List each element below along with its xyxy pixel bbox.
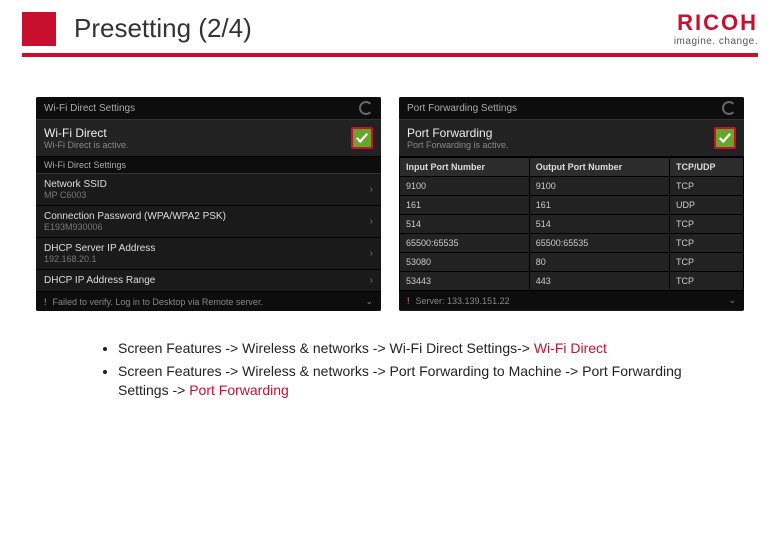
dhcp-range-row[interactable]: DHCP IP Address Range › xyxy=(36,270,381,292)
left-footer-text: Failed to verify. Log in to Desktop via … xyxy=(53,297,263,307)
warn-icon: ! xyxy=(44,297,47,307)
table-row: 91009100TCP xyxy=(400,177,744,196)
dhcp-ip-row[interactable]: DHCP Server IP Address 192.168.20.1 › xyxy=(36,238,381,270)
screenshots-row: Wi-Fi Direct Settings Wi-Fi Direct Wi-Fi… xyxy=(0,97,780,311)
brand-tagline: imagine. change. xyxy=(674,36,758,47)
toggle-labels: Wi-Fi Direct Wi-Fi Direct is active. xyxy=(44,126,129,150)
port-forward-checkbox[interactable] xyxy=(714,127,736,149)
panel-top-bar: Port Forwarding Settings xyxy=(399,97,744,120)
dhcp-ip-label: DHCP Server IP Address xyxy=(44,243,155,254)
right-footer: ! Server: 133.139.151.22 ⌄ xyxy=(399,291,744,310)
col-output: Output Port Number xyxy=(529,158,669,177)
panel-top-bar: Wi-Fi Direct Settings xyxy=(36,97,381,120)
wifi-direct-checkbox[interactable] xyxy=(351,127,373,149)
bullet-2-target: Port Forwarding xyxy=(189,382,289,398)
password-label: Connection Password (WPA/WPA2 PSK) xyxy=(44,211,226,222)
port-table-body: 91009100TCP 161161UDP 514514TCP 65500:65… xyxy=(400,177,744,291)
bullet-1-target: Wi-Fi Direct xyxy=(534,340,607,356)
password-row[interactable]: Connection Password (WPA/WPA2 PSK) E193M… xyxy=(36,206,381,238)
ssid-label: Network SSID xyxy=(44,179,107,190)
chevron-down-icon[interactable]: ⌄ xyxy=(728,295,736,306)
refresh-icon[interactable] xyxy=(722,101,736,115)
chevron-down-icon[interactable]: ⌄ xyxy=(365,296,373,307)
chevron-right-icon: › xyxy=(370,184,373,195)
bullet-1: Screen Features -> Wireless & networks -… xyxy=(118,339,710,358)
table-row: 5308080TCP xyxy=(400,253,744,272)
bullet-list: Screen Features -> Wireless & networks -… xyxy=(0,311,780,400)
ssid-value: MP C6003 xyxy=(44,190,107,200)
title-bullet-square xyxy=(22,12,56,46)
toggle-title: Wi-Fi Direct xyxy=(44,126,129,140)
table-row: 65500:6553565500:65535TCP xyxy=(400,234,744,253)
toggle-sub: Wi-Fi Direct is active. xyxy=(44,140,129,150)
port-forward-toggle-row[interactable]: Port Forwarding Port Forwarding is activ… xyxy=(399,120,744,157)
bullet-1-path: Screen Features -> Wireless & networks -… xyxy=(118,340,534,356)
title-wrap: Presetting (2/4) xyxy=(22,12,252,46)
col-input: Input Port Number xyxy=(400,158,530,177)
warn-icon: ! xyxy=(407,296,410,306)
port-forwarding-panel: Port Forwarding Settings Port Forwarding… xyxy=(399,97,744,311)
slide-header: Presetting (2/4) RICOH imagine. change. xyxy=(0,0,780,53)
page-title: Presetting (2/4) xyxy=(74,13,252,44)
toggle-title: Port Forwarding xyxy=(407,126,509,140)
panel-top-title: Port Forwarding Settings xyxy=(407,103,517,114)
password-value: E193M930006 xyxy=(44,222,226,232)
table-row: 161161UDP xyxy=(400,196,744,215)
chevron-right-icon: › xyxy=(370,248,373,259)
ssid-row[interactable]: Network SSID MP C6003 › xyxy=(36,174,381,206)
refresh-icon[interactable] xyxy=(359,101,373,115)
col-proto: TCP/UDP xyxy=(669,158,743,177)
wifi-settings-subhead: Wi-Fi Direct Settings xyxy=(36,157,381,174)
dhcp-ip-value: 192.168.20.1 xyxy=(44,254,155,264)
chevron-right-icon: › xyxy=(370,275,373,286)
check-icon xyxy=(355,131,369,145)
left-footer: ! Failed to verify. Log in to Desktop vi… xyxy=(36,292,381,311)
right-footer-text: Server: 133.139.151.22 xyxy=(416,296,510,306)
wifi-direct-toggle-row[interactable]: Wi-Fi Direct Wi-Fi Direct is active. xyxy=(36,120,381,157)
panel-top-title: Wi-Fi Direct Settings xyxy=(44,103,135,114)
header-rule xyxy=(22,53,758,57)
port-table: Input Port Number Output Port Number TCP… xyxy=(399,157,744,291)
check-icon xyxy=(718,131,732,145)
toggle-labels: Port Forwarding Port Forwarding is activ… xyxy=(407,126,509,150)
bullet-2: Screen Features -> Wireless & networks -… xyxy=(118,362,710,400)
dhcp-range-label: DHCP IP Address Range xyxy=(44,275,155,286)
wifi-direct-panel: Wi-Fi Direct Settings Wi-Fi Direct Wi-Fi… xyxy=(36,97,381,311)
table-row: 514514TCP xyxy=(400,215,744,234)
chevron-right-icon: › xyxy=(370,216,373,227)
toggle-sub: Port Forwarding is active. xyxy=(407,140,509,150)
brand-name: RICOH xyxy=(674,10,758,36)
brand-block: RICOH imagine. change. xyxy=(674,10,758,47)
table-row: 53443443TCP xyxy=(400,272,744,291)
